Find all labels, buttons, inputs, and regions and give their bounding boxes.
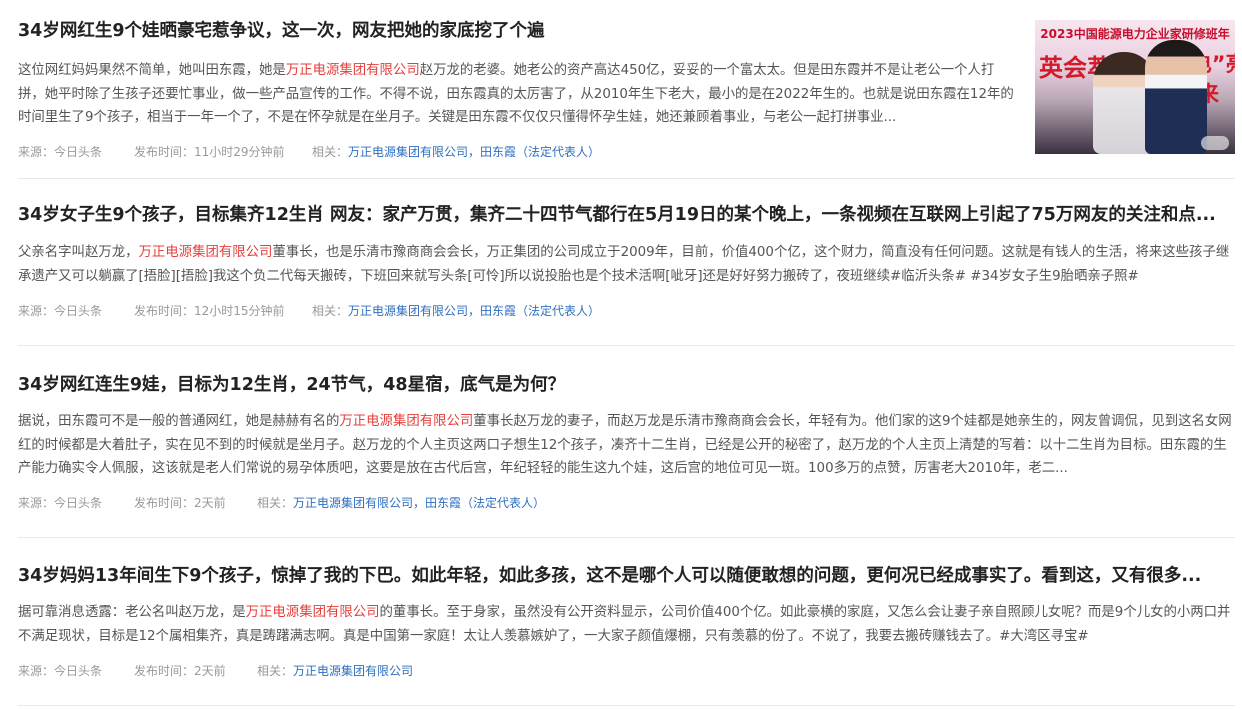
publish-time: 发布时间：11小时29分钟前 xyxy=(134,145,285,159)
related-tag-company[interactable]: 万正电源集团有限公司 xyxy=(293,664,413,678)
related-label: 相关： xyxy=(312,145,349,159)
company-highlight: 万正电源集团有限公司 xyxy=(138,245,273,260)
source-label: 来源：今日头条 xyxy=(18,664,103,678)
article-title[interactable]: 34岁网红生9个娃晒豪宅惹争议，这一次，网友把她的家底挖了个遍 xyxy=(18,18,1025,44)
publish-time: 发布时间：2天前 xyxy=(134,664,226,678)
related-tag-company[interactable]: 万正电源集团有限公司 xyxy=(348,304,468,318)
related-group: 相关：万正电源集团有限公司，田东霞（法定代表人） xyxy=(312,143,600,161)
article-summary: 父亲名字叫赵万龙，万正电源集团有限公司董事长，也是乐清市豫商商会会长，万正集团的… xyxy=(18,241,1235,288)
related-tag-person[interactable]: 田东霞（法定代表人） xyxy=(480,304,600,318)
summary-text: 父亲名字叫赵万龙， xyxy=(18,245,139,260)
tag-separator: ， xyxy=(413,496,426,510)
source-label: 来源：今日头条 xyxy=(18,304,103,318)
related-tag-company[interactable]: 万正电源集团有限公司 xyxy=(348,145,468,159)
tag-separator: ， xyxy=(468,304,481,318)
company-highlight: 万正电源集团有限公司 xyxy=(285,63,420,78)
article-title[interactable]: 34岁网红连生9娃，目标为12生肖，24节气，48星宿，底气是为何？ xyxy=(18,372,1235,398)
thumbnail-person-man xyxy=(1145,40,1207,154)
summary-text: 这位网红妈妈果然不简单，她叫田东霞，她是 xyxy=(18,63,286,78)
related-tag-company[interactable]: 万正电源集团有限公司 xyxy=(293,496,413,510)
company-highlight: 万正电源集团有限公司 xyxy=(245,605,380,620)
news-item: 34岁女子生9个孩子，目标集齐12生肖 网友：家产万贯，集齐二十四节气都行在5月… xyxy=(18,200,1235,346)
related-group: 相关：万正电源集团有限公司，田东霞（法定代表人） xyxy=(312,302,600,320)
tag-separator: ， xyxy=(468,145,481,159)
publish-time: 发布时间：2天前 xyxy=(134,496,226,510)
news-item: 34岁妈妈13年间生下9个孩子，惊掉了我的下巴。如此年轻，如此多孩，这不是哪个人… xyxy=(18,562,1235,706)
article-summary: 据说，田东霞可不是一般的普通网红，她是赫赫有名的万正电源集团有限公司董事长赵万龙… xyxy=(18,410,1235,481)
related-label: 相关： xyxy=(312,304,349,318)
related-tag-person[interactable]: 田东霞（法定代表人） xyxy=(425,496,545,510)
news-item: 34岁网红生9个娃晒豪宅惹争议，这一次，网友把她的家底挖了个遍 这位网红妈妈果然… xyxy=(18,18,1235,179)
thumbnail-banner: 2023中国能源电力企业家研修班年 xyxy=(1040,27,1230,41)
summary-text: 据说，田东霞可不是一般的普通网红，她是赫赫有名的 xyxy=(18,414,340,429)
related-tag-person[interactable]: 田东霞（法定代表人） xyxy=(480,145,600,159)
publish-time: 发布时间：12小时15分钟前 xyxy=(134,304,285,318)
article-summary: 这位网红妈妈果然不简单，她叫田东霞，她是万正电源集团有限公司赵万龙的老婆。她老公… xyxy=(18,59,1017,130)
source-label: 来源：今日头条 xyxy=(18,145,103,159)
article-thumbnail[interactable]: 2023中国能源电力企业家研修班年 英会萃 “电”亮未来 xyxy=(1035,20,1235,154)
related-label: 相关： xyxy=(257,664,294,678)
related-label: 相关： xyxy=(257,496,294,510)
article-summary: 据可靠消息透露：老公名叫赵万龙，是万正电源集团有限公司的董事长。至于身家，虽然没… xyxy=(18,601,1235,648)
related-group: 相关：万正电源集团有限公司，田东霞（法定代表人） xyxy=(257,494,545,512)
thumbnail-logo xyxy=(1201,136,1229,150)
summary-text: 据可靠消息透露：老公名叫赵万龙，是 xyxy=(18,605,246,620)
related-group: 相关：万正电源集团有限公司 xyxy=(257,662,413,680)
company-highlight: 万正电源集团有限公司 xyxy=(339,414,474,429)
article-title[interactable]: 34岁女子生9个孩子，目标集齐12生肖 网友：家产万贯，集齐二十四节气都行在5月… xyxy=(18,202,1235,228)
source-label: 来源：今日头条 xyxy=(18,496,103,510)
news-item: 34岁网红连生9娃，目标为12生肖，24节气，48星宿，底气是为何？ 据说，田东… xyxy=(18,370,1235,538)
article-title[interactable]: 34岁妈妈13年间生下9个孩子，惊掉了我的下巴。如此年轻，如此多孩，这不是哪个人… xyxy=(18,563,1235,589)
